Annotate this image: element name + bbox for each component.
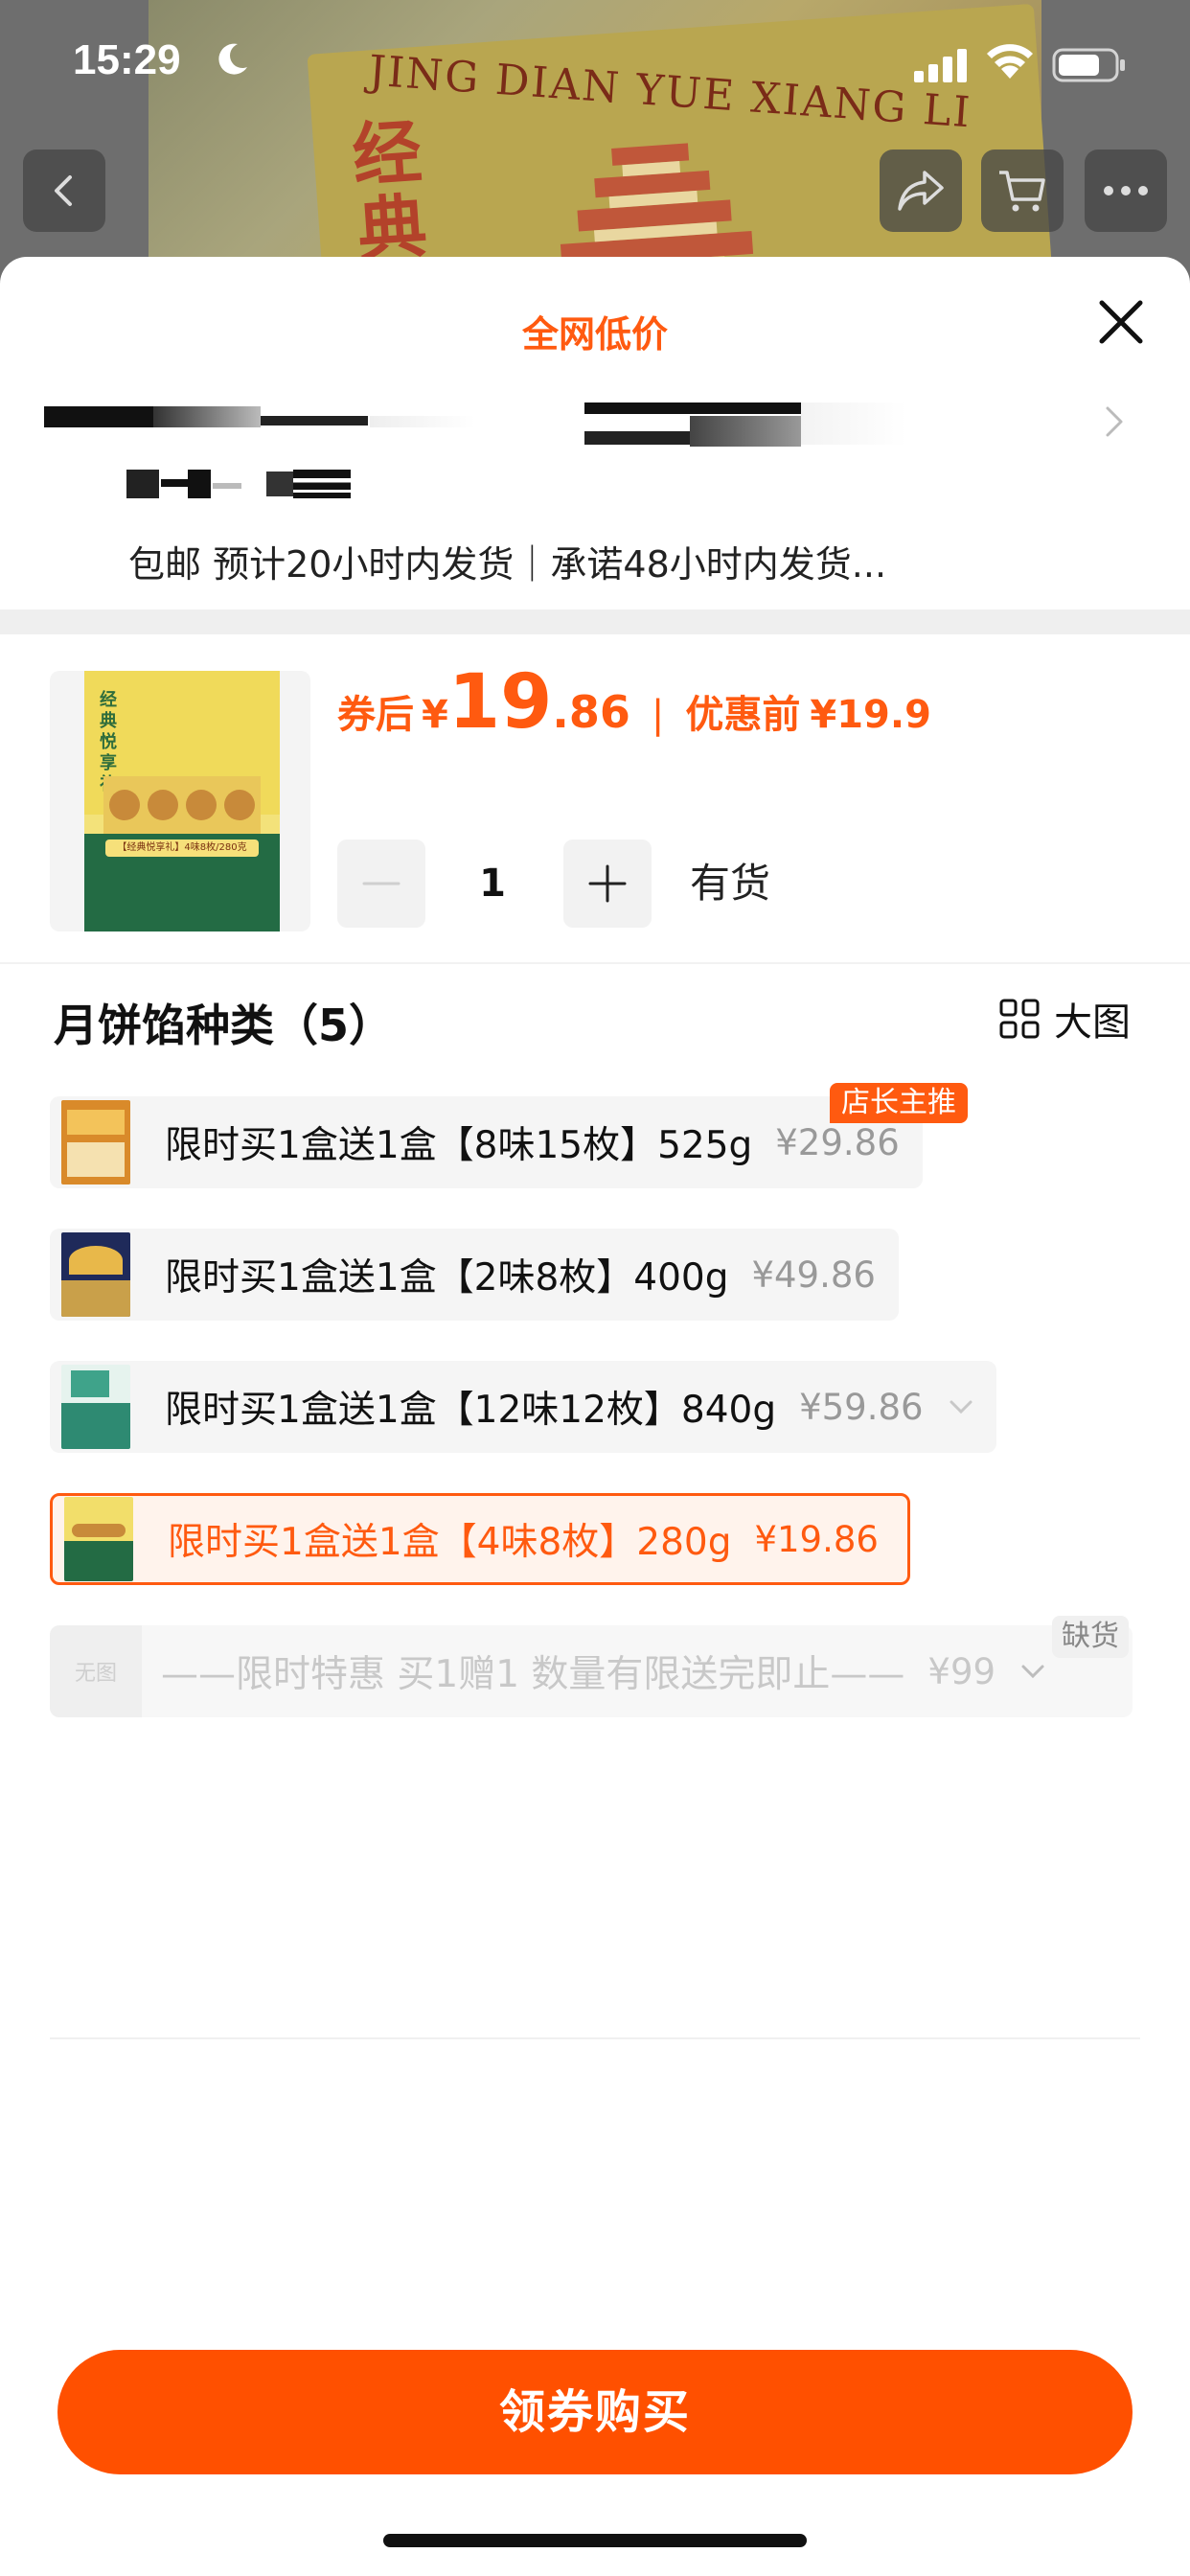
price-integer: 19: [447, 659, 553, 746]
product-thumbnail[interactable]: 经典悦享礼 【经典悦享礼】4味8枚/280克: [50, 671, 310, 932]
section-divider: [0, 610, 1190, 634]
cellular-signal-icon: [914, 49, 967, 82]
variant-name: 限时买1盒送1盒【12味12枚】840g: [165, 1389, 777, 1432]
status-bar: 15:29: [0, 0, 1190, 125]
variant-price: ¥49.86: [751, 1254, 876, 1296]
original-price-label: 优惠前: [685, 693, 801, 737]
share-button[interactable]: [880, 150, 962, 232]
variant-thumbnail: [61, 1100, 130, 1184]
out-of-stock-badge: 缺货: [1052, 1616, 1129, 1658]
back-button[interactable]: [23, 150, 105, 232]
chevron-right-icon[interactable]: [1100, 402, 1129, 441]
grid-icon: [999, 999, 1040, 1039]
divider: [0, 962, 1190, 964]
stock-status: 有货: [690, 860, 771, 907]
claim-coupon-buy-button[interactable]: 领券购买: [57, 2350, 1133, 2474]
variant-name: 限时买1盒送1盒【4味8枚】280g: [168, 1521, 732, 1564]
chevron-down-icon[interactable]: [949, 1397, 973, 1416]
status-time: 15:29: [73, 36, 181, 83]
variant-price: ¥19.86: [754, 1518, 879, 1560]
variant-option[interactable]: 限时买1盒送1盒【12味12枚】840g ¥59.86: [50, 1361, 996, 1453]
home-indicator: [383, 2534, 807, 2547]
price-row: 券后 ¥ 19 .86 | 优惠前 ¥19.9: [337, 659, 931, 755]
variant-option[interactable]: 限时买1盒送1盒【8味15枚】525g ¥29.86: [50, 1096, 923, 1188]
quantity-value[interactable]: 1: [454, 840, 531, 928]
cart-button[interactable]: [981, 150, 1064, 232]
big-view-label: 大图: [1054, 1000, 1131, 1045]
recommended-badge: 店长主推: [830, 1083, 968, 1123]
variant-name: ——限时特惠 买1赠1 数量有限送完即止——: [161, 1653, 905, 1696]
variant-thumbnail: [61, 1232, 130, 1317]
plus-icon: [588, 864, 627, 903]
currency-symbol: ¥: [422, 693, 448, 737]
cart-icon: [999, 171, 1045, 212]
variant-option-disabled[interactable]: 无图 ——限时特惠 买1赠1 数量有限送完即止—— ¥99: [50, 1625, 1133, 1717]
wifi-icon: [987, 44, 1033, 79]
mooncake-illustration: [103, 776, 261, 834]
variant-thumbnail: [64, 1497, 133, 1581]
variant-section-title: 月饼馅种类（5）: [54, 1000, 394, 1051]
variant-name: 限时买1盒送1盒【2味8枚】400g: [165, 1256, 729, 1300]
variant-option[interactable]: 限时买1盒送1盒【2味8枚】400g ¥49.86: [50, 1229, 899, 1321]
share-icon: [898, 171, 944, 211]
sku-selector-sheet: 全网低价 包邮 预计20小时内发货｜承诺48小时内发货... 经典悦享礼: [0, 257, 1190, 2576]
quantity-decrement-button[interactable]: [337, 840, 425, 928]
divider: [50, 2037, 1140, 2039]
variant-price: ¥99: [927, 1650, 996, 1692]
quantity-increment-button[interactable]: [563, 840, 652, 928]
variant-thumbnail: [61, 1365, 130, 1449]
variant-price: ¥59.86: [799, 1386, 924, 1428]
price-decimal: .86: [552, 686, 630, 738]
do-not-disturb-moon-icon: [218, 43, 247, 75]
more-button[interactable]: [1085, 150, 1167, 232]
close-icon[interactable]: [1092, 293, 1150, 351]
chevron-left-icon: [55, 175, 72, 206]
battery-icon: [1052, 48, 1125, 82]
promo-title: 全网低价: [521, 313, 668, 356]
more-dots-icon: [1104, 186, 1148, 196]
original-price: ¥19.9: [810, 693, 931, 737]
minus-icon: [362, 882, 400, 886]
variant-price: ¥29.86: [775, 1121, 900, 1163]
shipping-info: 包邮 预计20小时内发货｜承诺48小时内发货...: [128, 543, 887, 586]
chevron-down-icon[interactable]: [1020, 1662, 1045, 1681]
product-image: 经典悦享礼 【经典悦享礼】4味8枚/280克: [84, 671, 280, 932]
variant-name: 限时买1盒送1盒【8味15枚】525g: [165, 1124, 753, 1167]
no-image-placeholder: 无图: [50, 1625, 142, 1717]
price-separator: |: [651, 693, 665, 737]
thumbnail-banner: 【经典悦享礼】4味8枚/280克: [105, 840, 259, 857]
price-label: 券后: [337, 693, 414, 737]
big-view-toggle[interactable]: 大图: [998, 991, 1131, 1046]
variant-option-selected[interactable]: 限时买1盒送1盒【4味8枚】280g ¥19.86: [50, 1493, 910, 1585]
